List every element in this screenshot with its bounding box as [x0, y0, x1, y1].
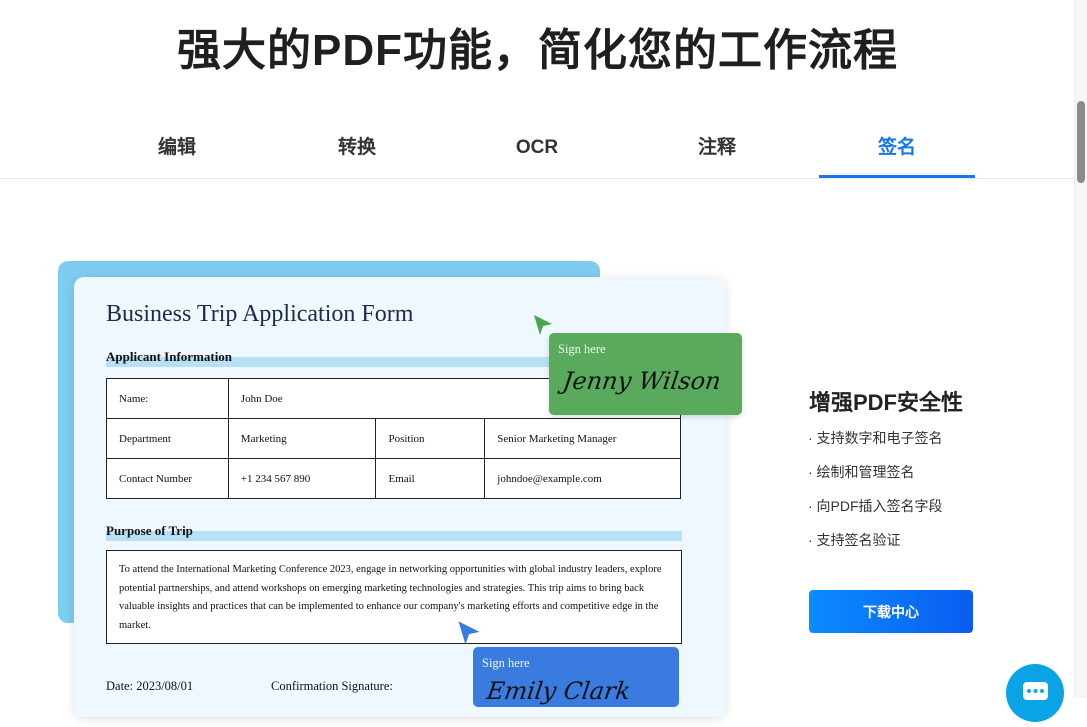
sign-here-field-green[interactable]: Sign here Jenny Wilson — [549, 333, 742, 415]
contact-value: +1 234 567 890 — [227, 458, 377, 499]
tab-ocr[interactable]: OCR — [459, 120, 615, 176]
position-value: Senior Marketing Manager — [484, 418, 681, 459]
features-title: 增强PDF安全性 — [809, 390, 964, 415]
contact-label: Contact Number — [106, 458, 229, 499]
signature-jenny-wilson: Jenny Wilson — [561, 367, 723, 395]
list-item: · 绘制和管理签名 — [808, 464, 915, 480]
sign-here-label: Sign here — [558, 342, 606, 356]
confirmation-label: Confirmation Signature: — [271, 679, 393, 693]
sign-here-field-blue[interactable]: Sign here Emily Clark — [473, 647, 679, 707]
email-label: Email — [375, 458, 486, 499]
tab-sign[interactable]: 签名 — [819, 120, 975, 178]
sign-here-label: Sign here — [482, 656, 530, 670]
tab-convert[interactable]: 转换 — [279, 120, 435, 176]
feature-tabs: 编辑 转换 OCR 注释 签名 — [0, 120, 1075, 179]
page-scrollbar[interactable] — [1074, 0, 1087, 698]
chat-button[interactable] — [1006, 664, 1064, 722]
signature-emily-clark: Emily Clark — [485, 677, 633, 705]
purpose-text: To attend the International Marketing Co… — [106, 550, 682, 644]
date-line: Date: 2023/08/01 — [106, 679, 194, 693]
tab-edit[interactable]: 编辑 — [99, 120, 255, 176]
blue-pointer-icon — [458, 621, 480, 645]
table-row: Department Marketing Position Senior Mar… — [106, 418, 681, 459]
department-label: Department — [106, 418, 229, 459]
department-value: Marketing — [227, 418, 377, 459]
scrollbar-thumb[interactable] — [1077, 101, 1085, 183]
list-item: · 支持签名验证 — [808, 532, 901, 548]
purpose-section-label: Purpose of Trip — [106, 523, 682, 541]
list-item: · 支持数字和电子签名 — [808, 430, 943, 446]
form-title: Business Trip Application Form — [106, 301, 414, 327]
table-row: Contact Number +1 234 567 890 Email john… — [106, 458, 681, 499]
name-label: Name: — [106, 378, 229, 419]
list-item: · 向PDF插入签名字段 — [808, 498, 943, 514]
feature-list: · 支持数字和电子签名 · 绘制和管理签名 · 向PDF插入签名字段 · 支持签… — [808, 428, 943, 564]
tab-annotate[interactable]: 注释 — [639, 120, 795, 176]
page-title: 强大的PDF功能，简化您的工作流程 — [177, 26, 898, 75]
position-label: Position — [375, 418, 486, 459]
download-center-button[interactable]: 下载中心 — [809, 590, 973, 633]
chat-bubble-icon — [1023, 682, 1048, 700]
email-value: johndoe@example.com — [484, 458, 681, 499]
